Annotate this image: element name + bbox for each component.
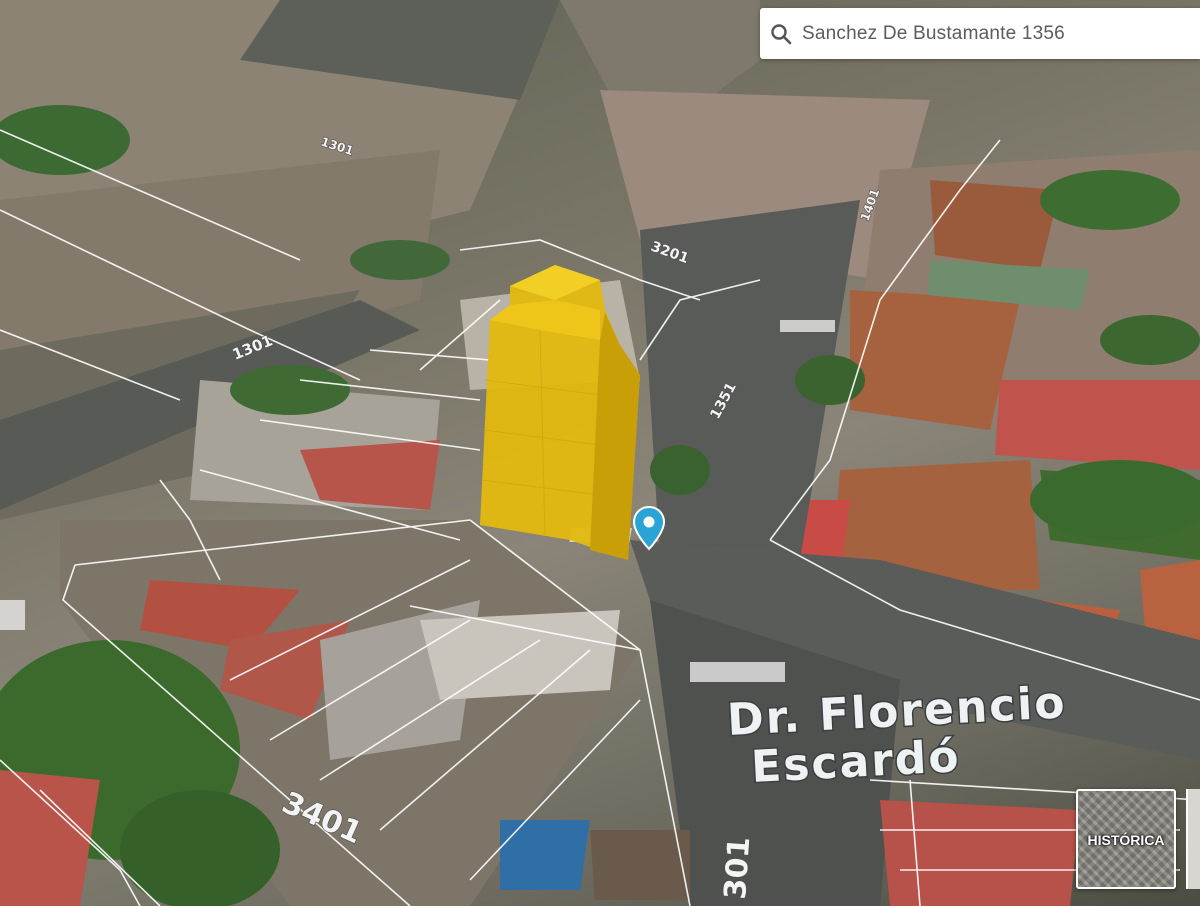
historic-layer-toggle[interactable]: HISTÓRICA [1076,789,1176,889]
search-input[interactable] [802,13,1182,54]
historic-layer-label: HISTÓRICA [1087,832,1165,848]
location-pin[interactable] [631,505,667,551]
street-label-301: 301 [718,836,757,901]
satellite-3d-map[interactable]: 1301 3201 1351 1401 3401 301 1301 Dr. Fl… [0,0,1200,906]
next-layer-toggle[interactable] [1186,789,1200,889]
map-canvas: 1301 3201 1351 1401 3401 301 1301 Dr. Fl… [0,0,1200,906]
address-search-box[interactable] [760,8,1200,59]
map-pin-icon [632,505,666,551]
search-icon[interactable] [760,8,802,59]
